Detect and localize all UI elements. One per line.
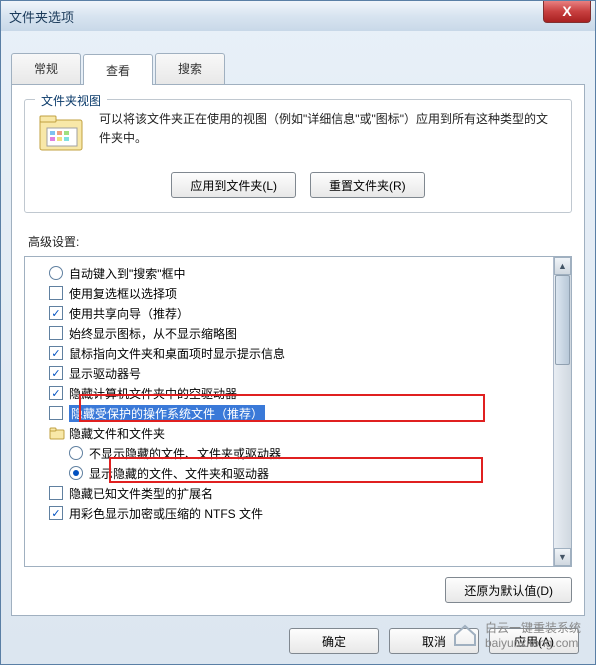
scroll-up-button[interactable]: ▲ xyxy=(554,257,571,275)
checkbox-icon[interactable] xyxy=(49,346,63,360)
content-area: 常规 查看 搜索 文件夹视图 可以将该文件夹正在使用的视图（例如"详细信息"或"… xyxy=(1,31,595,664)
radio-icon[interactable] xyxy=(49,266,63,280)
tab-view[interactable]: 查看 xyxy=(83,54,153,85)
tree-item-label: 自动键入到"搜索"框中 xyxy=(69,265,186,282)
tree-item-label: 隐藏文件和文件夹 xyxy=(69,425,165,442)
folder-views-group: 文件夹视图 可以将该文件夹正在使用的视图（例如"详细信息"或"图标"）应用到所有… xyxy=(24,99,572,213)
tree-item-9[interactable]: 不显示隐藏的文件、文件夹或驱动器 xyxy=(35,443,549,463)
tree-item-label: 隐藏已知文件类型的扩展名 xyxy=(69,485,213,502)
radio-icon[interactable] xyxy=(69,466,83,480)
tree-item-label: 显示隐藏的文件、文件夹和驱动器 xyxy=(89,465,269,482)
tree-item-12[interactable]: 用彩色显示加密或压缩的 NTFS 文件 xyxy=(35,503,549,523)
vertical-scrollbar[interactable]: ▲ ▼ xyxy=(553,257,571,566)
checkbox-icon[interactable] xyxy=(49,286,63,300)
tree-item-11[interactable]: 隐藏已知文件类型的扩展名 xyxy=(35,483,549,503)
radio-icon[interactable] xyxy=(69,446,83,460)
advanced-label: 高级设置: xyxy=(28,233,572,250)
ok-button[interactable]: 确定 xyxy=(289,628,379,654)
tree-item-8[interactable]: 隐藏文件和文件夹 xyxy=(35,423,549,443)
checkbox-icon[interactable] xyxy=(49,406,63,420)
view-panel: 文件夹视图 可以将该文件夹正在使用的视图（例如"详细信息"或"图标"）应用到所有… xyxy=(11,85,585,616)
tree-item-label: 使用共享向导（推荐） xyxy=(69,305,189,322)
checkbox-icon[interactable] xyxy=(49,366,63,380)
group-desc: 可以将该文件夹正在使用的视图（例如"详细信息"或"图标"）应用到所有这种类型的文… xyxy=(99,110,559,148)
restore-defaults-button[interactable]: 还原为默认值(D) xyxy=(445,577,572,603)
tree-item-label: 不显示隐藏的文件、文件夹或驱动器 xyxy=(89,445,281,462)
group-title: 文件夹视图 xyxy=(35,92,107,109)
tree-item-10[interactable]: 显示隐藏的文件、文件夹和驱动器 xyxy=(35,463,549,483)
folder-icon xyxy=(49,426,65,440)
scroll-thumb[interactable] xyxy=(555,275,570,365)
tree-item-0[interactable]: 自动键入到"搜索"框中 xyxy=(35,263,549,283)
checkbox-icon[interactable] xyxy=(49,306,63,320)
titlebar[interactable]: 文件夹选项 X xyxy=(1,1,595,31)
cancel-button[interactable]: 取消 xyxy=(389,628,479,654)
tree-item-7[interactable]: 隐藏受保护的操作系统文件（推荐） xyxy=(35,403,549,423)
scroll-down-button[interactable]: ▼ xyxy=(554,548,571,566)
tab-general[interactable]: 常规 xyxy=(11,53,81,84)
checkbox-icon[interactable] xyxy=(49,506,63,520)
tab-search[interactable]: 搜索 xyxy=(155,53,225,84)
tree-item-label: 用彩色显示加密或压缩的 NTFS 文件 xyxy=(69,505,263,522)
tree-item-label: 鼠标指向文件夹和桌面项时显示提示信息 xyxy=(69,345,285,362)
dialog-window: 文件夹选项 X 常规 查看 搜索 文件夹视图 可以将该文件夹正在 xyxy=(0,0,596,665)
tab-strip: 常规 查看 搜索 xyxy=(11,53,585,85)
tree-item-3[interactable]: 始终显示图标，从不显示缩略图 xyxy=(35,323,549,343)
tree-item-5[interactable]: 显示驱动器号 xyxy=(35,363,549,383)
reset-folders-button[interactable]: 重置文件夹(R) xyxy=(310,172,425,198)
checkbox-icon[interactable] xyxy=(49,326,63,340)
tree-item-label: 始终显示图标，从不显示缩略图 xyxy=(69,325,237,342)
tree-item-2[interactable]: 使用共享向导（推荐） xyxy=(35,303,549,323)
tree-item-label: 隐藏受保护的操作系统文件（推荐） xyxy=(69,405,265,422)
tree-item-4[interactable]: 鼠标指向文件夹和桌面项时显示提示信息 xyxy=(35,343,549,363)
apply-to-folders-button[interactable]: 应用到文件夹(L) xyxy=(171,172,296,198)
tree-item-label: 使用复选框以选择项 xyxy=(69,285,177,302)
tree-item-label: 隐藏计算机文件夹中的空驱动器 xyxy=(69,385,237,402)
close-button[interactable]: X xyxy=(543,1,591,23)
advanced-settings-tree: 自动键入到"搜索"框中使用复选框以选择项使用共享向导（推荐） 始终显示图标，从不显… xyxy=(24,256,572,567)
folder-views-icon xyxy=(37,110,89,158)
checkbox-icon[interactable] xyxy=(49,486,63,500)
apply-button[interactable]: 应用(A) xyxy=(489,628,579,654)
tree-list[interactable]: 自动键入到"搜索"框中使用复选框以选择项使用共享向导（推荐） 始终显示图标，从不显… xyxy=(25,257,553,566)
dialog-buttons: 确定 取消 应用(A) xyxy=(11,628,585,654)
tree-item-label: 显示驱动器号 xyxy=(69,365,141,382)
tree-item-6[interactable]: 隐藏计算机文件夹中的空驱动器 xyxy=(35,383,549,403)
tree-item-1[interactable]: 使用复选框以选择项 xyxy=(35,283,549,303)
window-title: 文件夹选项 xyxy=(9,7,74,26)
checkbox-icon[interactable] xyxy=(49,386,63,400)
